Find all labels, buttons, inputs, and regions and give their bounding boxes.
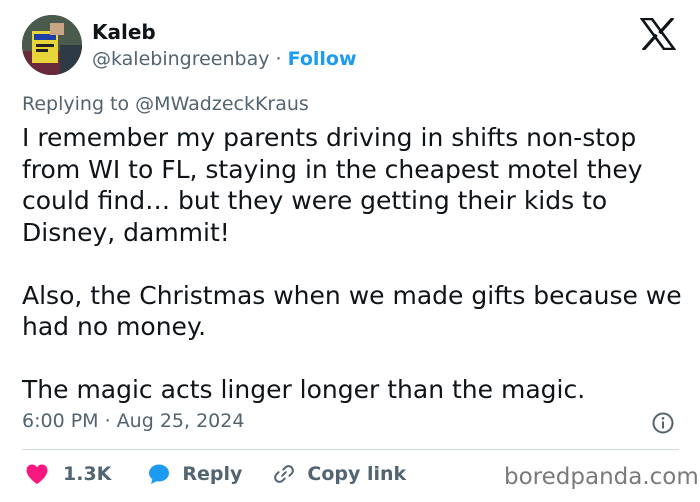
tweet-paragraph: The magic acts linger longer than the ma…	[22, 375, 586, 404]
avatar[interactable]	[22, 15, 82, 75]
like-button[interactable]: 1.3K	[25, 463, 111, 485]
speech-bubble-icon	[149, 464, 170, 484]
reply-label: Reply	[182, 463, 243, 485]
info-icon[interactable]	[651, 411, 675, 435]
author-name[interactable]: Kaleb	[92, 20, 156, 44]
tweet-paragraph: I remember my parents driving in shifts …	[22, 123, 643, 247]
x-logo-icon[interactable]	[640, 18, 676, 50]
replying-to-handle[interactable]: @MWadzeckKraus	[135, 93, 309, 115]
follow-button[interactable]: Follow	[288, 48, 357, 70]
tweet-text: I remember my parents driving in shifts …	[22, 122, 682, 406]
author-handle-line: @kalebingreenbay · Follow	[92, 48, 357, 70]
heart-icon	[26, 464, 48, 484]
tweet-paragraph: Also, the Christmas when we made gifts b…	[22, 280, 682, 342]
copy-link-label: Copy link	[307, 463, 407, 485]
tweet-timestamp[interactable]: 6:00 PM · Aug 25, 2024	[22, 410, 244, 432]
reply-button[interactable]: Reply	[147, 462, 242, 486]
author-handle[interactable]: @kalebingreenbay	[92, 48, 270, 70]
divider	[22, 449, 679, 450]
action-bar: 1.3K Reply Copy link	[25, 461, 406, 487]
replying-to-line: Replying to @MWadzeckKraus	[22, 93, 309, 115]
link-icon	[274, 465, 295, 483]
copy-link-button[interactable]: Copy link	[272, 462, 406, 486]
replying-to-prefix: Replying to	[22, 93, 130, 115]
handle-separator: ·	[275, 48, 282, 70]
avatar-image	[22, 15, 82, 75]
like-count: 1.3K	[63, 463, 112, 485]
watermark: boredpanda.com	[504, 464, 699, 490]
